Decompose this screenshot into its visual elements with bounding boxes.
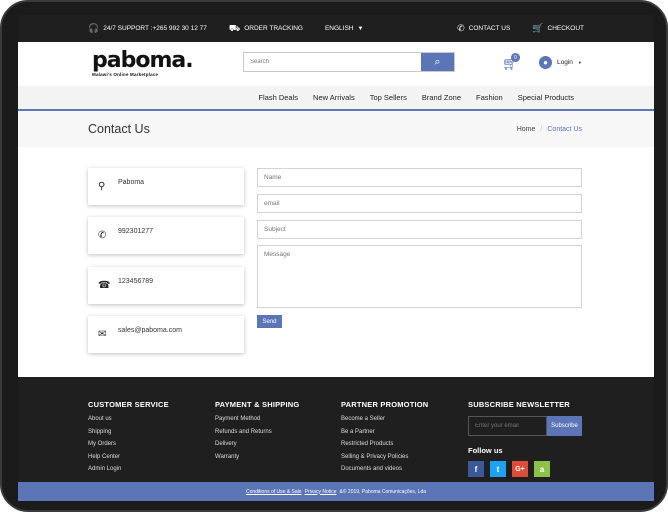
nav-special-products[interactable]: Special Products	[518, 93, 574, 102]
envelope-icon: ✉	[98, 328, 107, 340]
search-button[interactable]: ⌕	[421, 53, 454, 71]
nav-fashion[interactable]: Fashion	[476, 93, 503, 102]
contact-section: ⚲ Paboma ✆ 992301277 ☎ 123456789 ✉ sales…	[18, 147, 654, 377]
tablet-frame: 🎧 24/7 SUPPORT :+265 992 30 12 77 ⛟ ORDE…	[0, 0, 668, 512]
header: paboma. Malawi's Online Marketplace ⌕ 🛒︎…	[18, 42, 654, 86]
android-icon[interactable]: a	[534, 461, 550, 477]
cart-button[interactable]: 🛒︎ 0	[502, 53, 520, 72]
breadcrumb-current: Contact Us	[547, 126, 582, 133]
footer-link-warranty[interactable]: Warranty	[215, 454, 299, 460]
support-info: 🎧 24/7 SUPPORT :+265 992 30 12 77	[88, 24, 207, 33]
email-field[interactable]	[257, 194, 582, 213]
social-links: f t G+ a	[468, 461, 582, 477]
phone-text: 992301277	[118, 228, 154, 235]
brand-name: paboma.	[92, 48, 194, 73]
search-icon: ⌕	[434, 55, 441, 68]
footer-link-seller[interactable]: Become a Seller	[341, 416, 428, 422]
privacy-link[interactable]: Privacy Notice	[305, 489, 337, 495]
nav-top-sellers[interactable]: Top Sellers	[370, 93, 407, 102]
footer-link-restricted[interactable]: Restricted Products	[341, 441, 428, 447]
nav-new-arrivals[interactable]: New Arrivals	[313, 93, 355, 102]
footer-link-payment-method[interactable]: Payment Method	[215, 416, 299, 422]
contact-us-link[interactable]: ✆ CONTACT US	[457, 24, 510, 33]
copyright-bar: Conditions of Use & Sale Privacy Notice …	[18, 482, 654, 501]
cart-count-badge: 0	[511, 53, 520, 62]
screen: 🎧 24/7 SUPPORT :+265 992 30 12 77 ⛟ ORDE…	[18, 15, 654, 501]
breadcrumb-home[interactable]: Home	[517, 126, 536, 133]
footer-link-policies[interactable]: Selling & Privacy Policies	[341, 454, 428, 460]
search-input[interactable]	[244, 53, 421, 71]
follow-heading: Follow us	[468, 446, 503, 455]
checkout-link[interactable]: 🛒 CHECKOUT	[532, 24, 584, 33]
footer-heading: PAYMENT & SHIPPING	[215, 400, 300, 409]
main-nav: Flash Deals New Arrivals Top Sellers Bra…	[18, 86, 654, 111]
footer-link-about[interactable]: About us	[88, 416, 169, 422]
checkout-label: CHECKOUT	[547, 25, 584, 32]
logo[interactable]: paboma. Malawi's Online Marketplace	[92, 48, 194, 78]
footer-link-delivery[interactable]: Delivery	[215, 441, 299, 447]
footer-link-shipping[interactable]: Shipping	[88, 429, 169, 435]
login-label: Login	[557, 59, 573, 66]
name-field[interactable]	[257, 168, 582, 187]
fax-icon: ☎	[98, 279, 111, 291]
support-text: 24/7 SUPPORT :+265 992 30 12 77	[103, 25, 207, 32]
breadcrumb: Home / Contact Us	[517, 126, 582, 133]
facebook-icon[interactable]: f	[468, 461, 484, 477]
footer-link-partner[interactable]: Be a Partner	[341, 429, 428, 435]
order-tracking-label: ORDER TRACKING	[244, 25, 303, 32]
twitter-icon[interactable]: t	[490, 461, 506, 477]
google-plus-icon[interactable]: G+	[512, 461, 528, 477]
footer-customer-service: CUSTOMER SERVICE About us Shipping My Or…	[88, 400, 169, 479]
email-card: ✉ sales@paboma.com	[88, 316, 244, 353]
send-button[interactable]: Send	[257, 315, 282, 328]
address-text: Paboma	[118, 179, 145, 186]
contact-us-label: CONTACT US	[468, 25, 511, 32]
map-pin-icon: ⚲	[98, 180, 106, 192]
search-box: ⌕	[243, 52, 455, 72]
footer-link-refunds[interactable]: Refunds and Returns	[215, 429, 299, 435]
caret-down-icon: ▼	[357, 25, 364, 32]
headset-icon: 🎧	[88, 23, 100, 33]
breadcrumb-separator: /	[540, 126, 543, 133]
footer-heading: CUSTOMER SERVICE	[88, 400, 169, 409]
email-text: sales@paboma.com	[118, 327, 182, 334]
page-title: Contact Us	[88, 122, 150, 136]
phone-icon: ✆	[98, 229, 107, 241]
footer-link-admin[interactable]: Admin Login	[88, 466, 169, 472]
subject-field[interactable]	[257, 220, 582, 239]
user-icon: ●	[539, 56, 552, 69]
fax-card: ☎ 123456789	[88, 267, 244, 304]
language-select[interactable]: ENGLISH ▼	[325, 25, 364, 32]
nav-brand-zone[interactable]: Brand Zone	[422, 93, 461, 102]
footer-payment: PAYMENT & SHIPPING Payment Method Refund…	[215, 400, 299, 466]
footer-newsletter: SUBSCRIBE NEWSLETTER Subscribe Follow us…	[468, 400, 582, 477]
newsletter-form: Subscribe	[468, 416, 582, 436]
conditions-link[interactable]: Conditions of Use & Sale	[246, 489, 302, 495]
footer-link-orders[interactable]: My Orders	[88, 441, 169, 447]
copyright-text: &© 2019, Paboma Comunicações, Lda	[339, 488, 427, 495]
nav-flash-deals[interactable]: Flash Deals	[258, 93, 298, 102]
footer-heading: PARTNER PROMOTION	[341, 400, 429, 409]
order-tracking-link[interactable]: ⛟ ORDER TRACKING	[229, 24, 303, 33]
login-button[interactable]: ● Login ▼	[539, 56, 582, 69]
footer-link-documents[interactable]: Documents and videos	[341, 466, 428, 472]
footer-partner: PARTNER PROMOTION Become a Seller Be a P…	[341, 400, 428, 479]
language-label: ENGLISH	[324, 25, 354, 32]
top-bar: 🎧 24/7 SUPPORT :+265 992 30 12 77 ⛟ ORDE…	[18, 15, 654, 42]
message-field[interactable]	[257, 245, 582, 308]
subscribe-button[interactable]: Subscribe	[547, 416, 582, 436]
cart-icon: 🛒	[532, 23, 544, 33]
footer-heading: SUBSCRIBE NEWSLETTER	[468, 400, 570, 409]
fax-text: 123456789	[118, 278, 154, 285]
newsletter-email-input[interactable]	[468, 416, 547, 436]
truck-icon: ⛟	[228, 23, 241, 33]
address-card: ⚲ Paboma	[88, 168, 244, 205]
footer: CUSTOMER SERVICE About us Shipping My Or…	[18, 377, 654, 482]
caret-down-icon: ▼	[577, 60, 582, 65]
phone-card: ✆ 992301277	[88, 217, 244, 254]
footer-link-help[interactable]: Help Center	[88, 454, 169, 460]
page-header: Contact Us Home / Contact Us	[18, 111, 654, 147]
phone-icon: ✆	[457, 23, 465, 33]
